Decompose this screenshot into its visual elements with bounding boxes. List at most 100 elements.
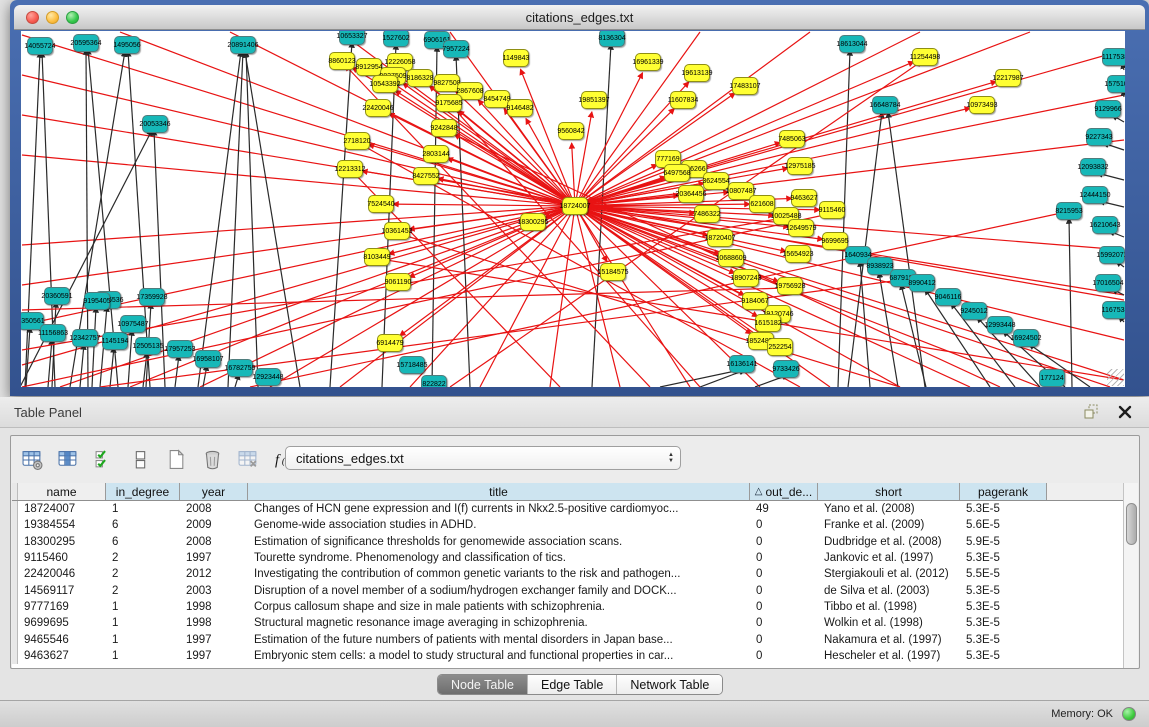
- graph-node[interactable]: 18724007: [562, 197, 588, 215]
- graph-node[interactable]: 16648784: [872, 96, 898, 114]
- graph-node[interactable]: 7957224: [443, 40, 469, 58]
- graph-node[interactable]: 1527602: [383, 31, 409, 47]
- graph-node[interactable]: 7485063: [779, 130, 805, 148]
- graph-node[interactable]: 8215953: [1056, 202, 1082, 220]
- graph-node[interactable]: 2803144: [423, 145, 449, 163]
- graph-node[interactable]: 17483107: [732, 77, 758, 95]
- graph-node[interactable]: 177124: [1039, 369, 1065, 387]
- graph-node[interactable]: 20595364: [73, 34, 99, 52]
- graph-node[interactable]: 22420046: [365, 99, 391, 117]
- select-rows-icon[interactable]: [89, 444, 119, 474]
- table-vertical-scrollbar[interactable]: [1123, 483, 1138, 668]
- graph-node[interactable]: 10361453: [384, 222, 410, 240]
- graph-node[interactable]: 18300295: [520, 213, 546, 231]
- graph-node[interactable]: 15718485: [399, 356, 425, 374]
- graph-node[interactable]: 9184067: [742, 292, 768, 310]
- graph-node[interactable]: 1615182: [755, 314, 781, 332]
- graph-node[interactable]: 12217987: [995, 69, 1021, 87]
- float-window-icon[interactable]: [1081, 402, 1101, 422]
- graph-node[interactable]: 621608: [749, 195, 775, 213]
- graph-node[interactable]: 8860123: [329, 52, 355, 70]
- table-options-icon[interactable]: [17, 444, 47, 474]
- table-row[interactable]: 946362711997Embryonic stem cells: a mode…: [12, 648, 1124, 664]
- graph-node[interactable]: 16210643: [1092, 216, 1118, 234]
- memory-ok-icon[interactable]: [1122, 707, 1136, 721]
- graph-node[interactable]: 10543392: [372, 75, 398, 93]
- graph-node[interactable]: 10653327: [339, 31, 365, 45]
- graph-node[interactable]: 9146482: [507, 99, 533, 117]
- graph-node[interactable]: 11156863: [40, 324, 66, 342]
- graph-node[interactable]: 17957253: [167, 340, 193, 358]
- table-row[interactable]: 1872400712008Changes of HCN gene express…: [12, 501, 1124, 517]
- graph-node[interactable]: 9129966: [1095, 100, 1121, 118]
- toggle-columns-icon[interactable]: [53, 444, 83, 474]
- graph-node[interactable]: 11254498: [912, 48, 938, 66]
- minimize-window-icon[interactable]: [46, 11, 59, 24]
- graph-node[interactable]: 12975185: [787, 157, 813, 175]
- table-row[interactable]: 1938455462009Genome-wide association stu…: [12, 517, 1124, 533]
- column-header-short[interactable]: short: [818, 483, 960, 500]
- graph-node[interactable]: 8136304: [599, 31, 625, 47]
- column-header-title[interactable]: title: [248, 483, 750, 500]
- graph-node[interactable]: 12213312: [337, 160, 363, 178]
- destroy-table-icon[interactable]: [233, 444, 263, 474]
- graph-node[interactable]: 1495056: [114, 36, 140, 54]
- graph-node[interactable]: 18907243: [733, 269, 759, 287]
- graph-node[interactable]: 9227343: [1086, 128, 1112, 146]
- graph-node[interactable]: 20360591: [44, 287, 70, 305]
- graph-node[interactable]: 9046116: [935, 288, 961, 306]
- graph-node[interactable]: 12505135: [135, 337, 161, 355]
- graph-node[interactable]: 1167533: [1102, 301, 1125, 319]
- close-panel-icon[interactable]: [1115, 402, 1135, 422]
- graph-node[interactable]: 7524540: [368, 195, 394, 213]
- graph-node[interactable]: 12649579: [788, 219, 814, 237]
- tab-node-table[interactable]: Node Table: [438, 675, 528, 694]
- graph-node[interactable]: 9733426: [773, 360, 799, 378]
- graph-node[interactable]: 20053346: [142, 115, 168, 133]
- tab-network-table[interactable]: Network Table: [617, 675, 722, 694]
- graph-node[interactable]: 8427552: [413, 167, 439, 185]
- graph-node[interactable]: 9195405: [84, 292, 110, 310]
- graph-node[interactable]: 15751074: [1107, 75, 1125, 93]
- delete-table-icon[interactable]: [197, 444, 227, 474]
- close-window-icon[interactable]: [26, 11, 39, 24]
- table-row[interactable]: 1830029562008Estimation of significance …: [12, 534, 1124, 550]
- graph-node[interactable]: 8990412: [909, 274, 935, 292]
- resize-grip[interactable]: [1107, 369, 1124, 386]
- graph-node[interactable]: 20891406: [230, 36, 256, 54]
- table-source-select[interactable]: citations_edges.txt ▲▼: [285, 446, 681, 470]
- graph-node[interactable]: 16961339: [635, 53, 661, 71]
- table-row[interactable]: 977716911998Corpus callosum shape and si…: [12, 599, 1124, 615]
- scrollbar-thumb[interactable]: [1126, 503, 1137, 545]
- tab-edge-table[interactable]: Edge Table: [528, 675, 617, 694]
- graph-node[interactable]: 1117538: [1102, 48, 1125, 66]
- graph-node[interactable]: 7486322: [694, 205, 720, 223]
- graph-node[interactable]: 12093832: [1080, 158, 1106, 176]
- graph-node[interactable]: 15992071: [1099, 246, 1125, 264]
- new-table-icon[interactable]: [161, 444, 191, 474]
- graph-node[interactable]: 11607834: [670, 91, 696, 109]
- column-header-pagerank[interactable]: pagerank: [960, 483, 1047, 500]
- graph-node[interactable]: 252254: [767, 338, 793, 356]
- graph-node[interactable]: 18613044: [839, 35, 865, 53]
- graph-node[interactable]: 17016504: [1095, 274, 1121, 292]
- column-header-name[interactable]: name: [18, 483, 106, 500]
- graph-node[interactable]: 16136141: [729, 355, 755, 373]
- graph-node[interactable]: 822822: [421, 375, 447, 387]
- graph-node[interactable]: 12342757: [72, 329, 98, 347]
- network-canvas[interactable]: 1872400718300295886012389129541222605898…: [21, 31, 1125, 387]
- graph-node[interactable]: 9560842: [558, 122, 584, 140]
- graph-node[interactable]: 20364456: [678, 185, 704, 203]
- column-header-in_degree[interactable]: in_degree: [106, 483, 180, 500]
- graph-node[interactable]: 8103449: [364, 248, 390, 266]
- graph-node[interactable]: 14055724: [27, 37, 53, 55]
- graph-node[interactable]: 17359928: [139, 288, 165, 306]
- row-blocks-icon[interactable]: [125, 444, 155, 474]
- graph-node[interactable]: 2718120: [344, 132, 370, 150]
- table-row[interactable]: 946554611997Estimation of the future num…: [12, 631, 1124, 647]
- graph-node[interactable]: 12444150: [1082, 186, 1108, 204]
- graph-node[interactable]: 1145194: [102, 332, 128, 350]
- graph-node[interactable]: 16782759: [227, 359, 253, 377]
- graph-node[interactable]: 10688609: [718, 249, 744, 267]
- table-row[interactable]: 911546021997Tourette syndrome. Phenomeno…: [12, 550, 1124, 566]
